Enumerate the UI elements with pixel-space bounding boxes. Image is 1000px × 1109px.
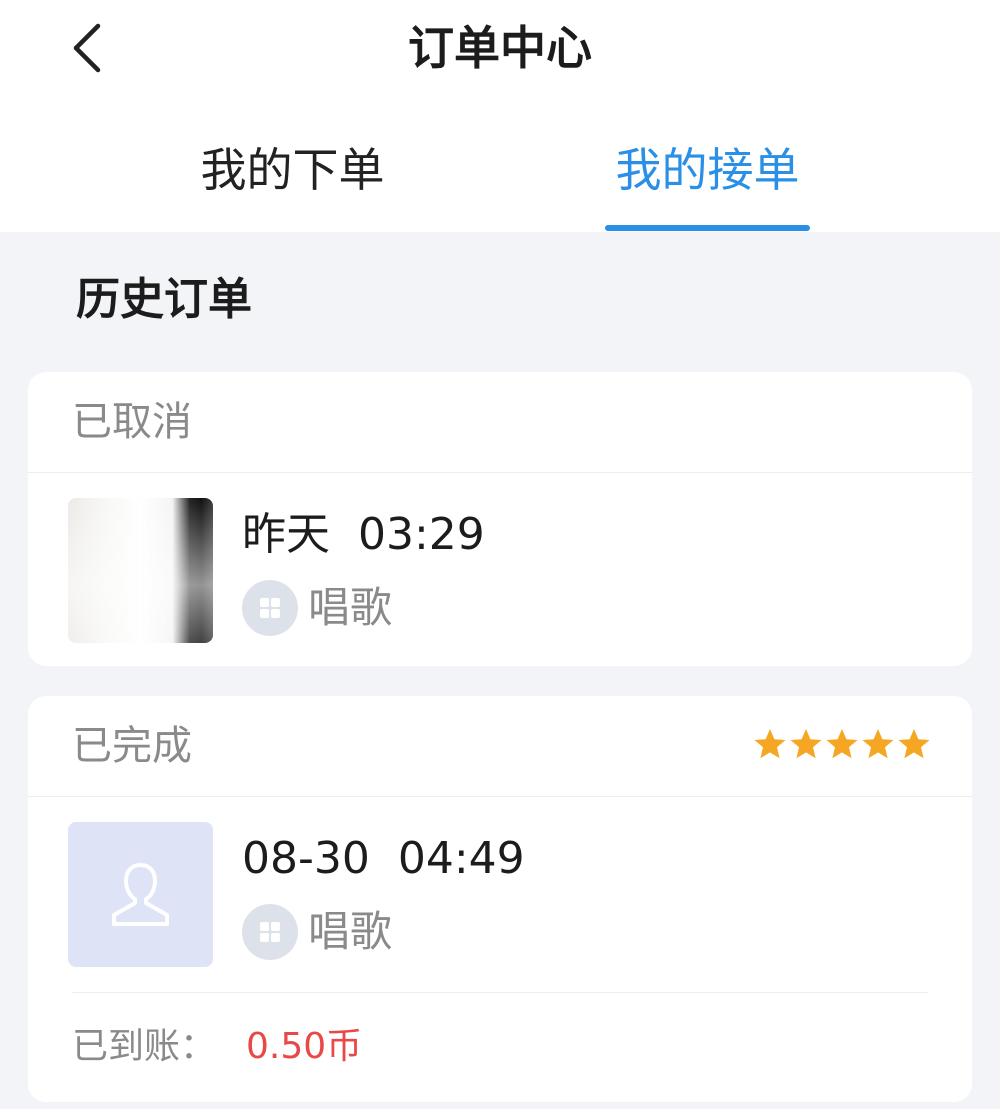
- order-card[interactable]: 已完成 08-30 04:49 唱歌 已到账： 0.50币: [28, 696, 972, 1102]
- tab-my-orders[interactable]: 我的下单: [190, 130, 395, 232]
- divider: [28, 472, 972, 473]
- star-icon: [754, 729, 786, 759]
- star-icon: [790, 729, 822, 759]
- order-card[interactable]: 已取消 昨天 03:29 唱歌: [28, 372, 972, 666]
- avatar-placeholder-icon: [112, 863, 169, 926]
- order-time: 08-30 04:49: [242, 833, 525, 884]
- payout-label: 已到账：: [72, 1026, 217, 1067]
- active-tab-indicator: [605, 225, 810, 231]
- order-card-header: 已完成: [28, 696, 972, 796]
- order-time: 昨天 03:29: [242, 509, 485, 560]
- order-status: 已取消: [72, 399, 192, 445]
- payout-row: 已到账： 0.50币: [72, 1022, 362, 1072]
- divider: [28, 796, 972, 797]
- top-panel: 订单中心 我的下单 我的接单: [0, 0, 1000, 232]
- service-tag: 唱歌: [242, 580, 392, 636]
- order-thumbnail: [68, 822, 213, 967]
- star-icon: [862, 729, 894, 759]
- service-name: 唱歌: [308, 583, 393, 632]
- star-icon: [826, 729, 858, 759]
- grid-icon: [242, 904, 298, 960]
- tab-my-accepted-orders[interactable]: 我的接单: [605, 130, 810, 232]
- star-icon: [898, 729, 930, 759]
- page-title: 订单中心: [408, 21, 592, 75]
- grid-icon: [242, 580, 298, 636]
- payout-amount: 0.50币: [246, 1026, 363, 1067]
- divider: [72, 992, 928, 993]
- star-rating: [752, 726, 932, 766]
- service-name: 唱歌: [308, 907, 393, 956]
- order-status: 已完成: [72, 723, 192, 769]
- tab-bar: 我的下单 我的接单: [0, 130, 1000, 232]
- service-tag: 唱歌: [242, 904, 392, 960]
- order-card-header: 已取消: [28, 372, 972, 472]
- section-title: 历史订单: [76, 274, 252, 325]
- order-thumbnail: [68, 498, 213, 643]
- nav-bar: 订单中心: [0, 0, 1000, 100]
